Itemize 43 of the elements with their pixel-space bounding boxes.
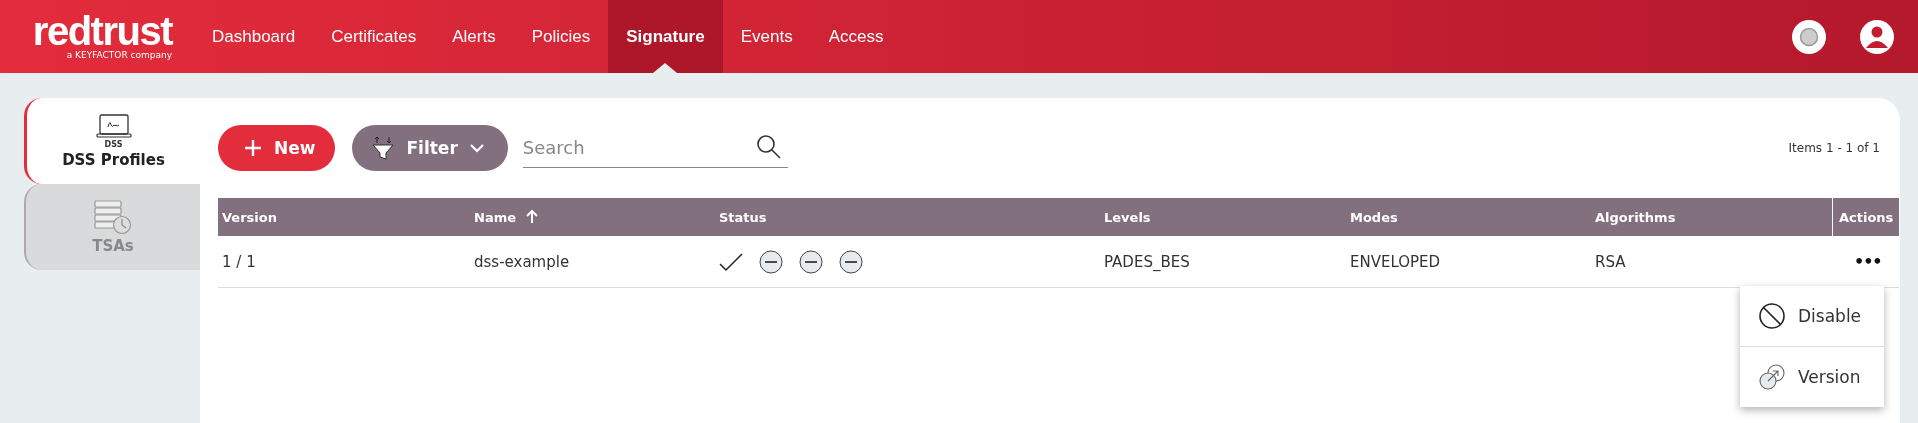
nav-tab[interactable]: Events (722, 0, 811, 73)
search-icon[interactable] (755, 134, 782, 160)
side-tab[interactable]: TSAs (24, 184, 200, 270)
menu-item[interactable]: Version (1740, 346, 1884, 407)
nav-tab[interactable]: Policies (513, 0, 609, 73)
more-actions-button[interactable]: ••• (1847, 251, 1888, 272)
icon-caption: DSS (104, 139, 123, 149)
column-header[interactable]: Actions (1832, 198, 1899, 236)
column-header[interactable]: Version (218, 198, 470, 236)
column-header[interactable]: Algorithms (1591, 198, 1833, 236)
column-header[interactable]: Modes (1346, 198, 1591, 236)
linked-circles-icon (1758, 363, 1786, 391)
column-header[interactable]: Name (470, 198, 715, 236)
search-field[interactable]: Search (522, 128, 788, 168)
table-cell: 1 / 1 (218, 236, 470, 288)
logo-tagline: a KEYFACTOR company (66, 50, 172, 60)
column-header[interactable]: Status (715, 198, 1100, 236)
chevron-down-icon (469, 143, 484, 153)
nav-tab[interactable]: Signature (608, 0, 723, 73)
server-clock-icon (93, 199, 133, 235)
nav-tab[interactable]: Dashboard (194, 0, 314, 73)
prohibited-icon (1758, 302, 1786, 330)
nav-tab[interactable]: Alerts (434, 0, 514, 73)
status-indicator-icon[interactable] (1792, 19, 1826, 54)
plus-icon (244, 139, 262, 157)
table-cell: PADES_BES (1100, 236, 1346, 288)
logo-wordmark[interactable]: redtrust (32, 13, 172, 49)
filter-button[interactable]: Filter (352, 125, 508, 171)
nav-tab[interactable]: Access (810, 0, 902, 73)
side-tab-label: TSAs (92, 237, 134, 255)
items-count: Items 1 - 1 of 1 (1788, 141, 1880, 155)
user-avatar-icon[interactable] (1860, 19, 1894, 54)
menu-item[interactable]: Disable (1740, 286, 1884, 346)
funnel-icon (372, 136, 395, 160)
table-cell: ENVELOPED (1346, 236, 1591, 288)
new-button[interactable]: New (218, 125, 336, 171)
sort-up-arrow-icon[interactable] (526, 209, 538, 224)
table-cell: dss-example (470, 236, 715, 288)
side-tab[interactable]: DSS DSS Profiles (24, 98, 200, 184)
column-header[interactable]: Levels (1100, 198, 1346, 236)
nav-tab[interactable]: Certificates (313, 0, 435, 73)
laptop-signature-icon (95, 113, 132, 140)
side-tab-label: DSS Profiles (62, 150, 165, 169)
